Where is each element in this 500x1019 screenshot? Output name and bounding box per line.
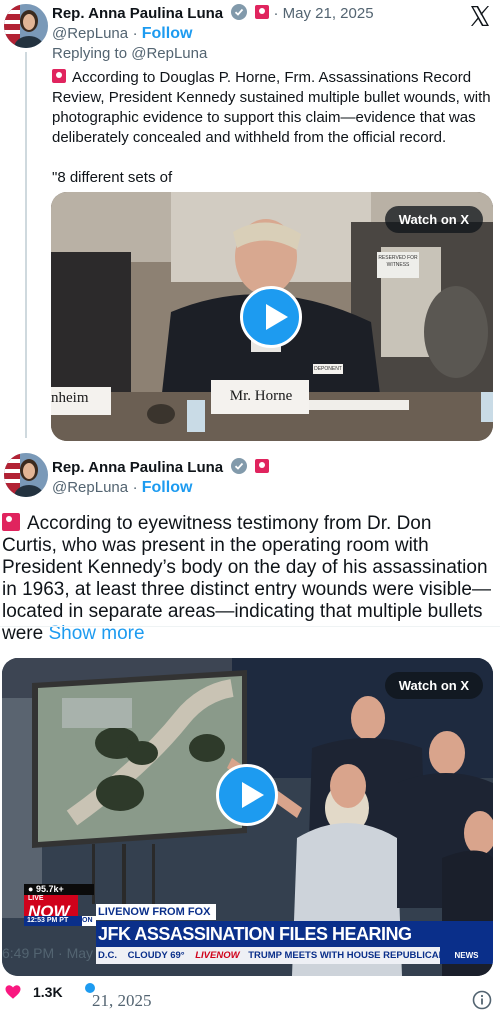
chyron-news-tag: NEWS (440, 947, 493, 964)
video-player-1[interactable]: nheim Mr. Horne RESERVED FOR WITNESS DEP… (51, 192, 493, 441)
watch-on-x-button[interactable]: Watch on X (384, 206, 483, 233)
tweet1-line: "8 different sets of (52, 169, 173, 186)
video-placard-left: nheim (51, 390, 89, 406)
tweet2-line: According to eyewitness testimony from D… (27, 513, 432, 534)
tweet1-text: According to Douglas P. Horne, Frm. Assa… (52, 68, 498, 188)
tweet2-line: located in separate areas—indicating tha… (2, 601, 483, 622)
reply-context: Replying to @RepLuna (52, 44, 207, 64)
siren-emoji-icon (2, 513, 20, 531)
verified-badge-icon (230, 458, 247, 474)
tweet1-line: Review, President Kennedy sustained mult… (52, 89, 491, 106)
reply-prefix: Replying to (52, 45, 132, 62)
siren-emoji-icon (255, 5, 270, 19)
chyron-on: ON (82, 916, 96, 926)
heart-icon[interactable] (4, 983, 22, 1001)
tweet2-line: President Kennedy’s body on the day of h… (2, 557, 488, 578)
siren-emoji-icon (52, 69, 66, 83)
tweet1-line: According to Douglas P. Horne, Frm. Assa… (72, 69, 472, 86)
tweet-timestamp[interactable]: 6:49 PM · May (2, 944, 93, 962)
play-icon[interactable] (216, 764, 278, 826)
tweet2-header: Rep. Anna Paulina Luna (52, 458, 270, 478)
siren-emoji-icon (255, 459, 270, 473)
watch-on-x-button[interactable]: Watch on X (384, 672, 483, 699)
avatar-image (4, 453, 48, 497)
divider (0, 626, 500, 627)
follow-button[interactable]: Follow (142, 25, 193, 42)
viewer-count: ● 95.7k+ (24, 884, 94, 895)
video-placard: Mr. Horne (229, 388, 293, 404)
follow-button[interactable]: Follow (142, 479, 193, 496)
avatar[interactable] (4, 4, 48, 48)
tweet2-handle-row: @RepLuna · Follow (52, 479, 193, 496)
author-name[interactable]: Rep. Anna Paulina Luna (52, 459, 223, 476)
reply-handle[interactable]: @RepLuna (131, 45, 207, 62)
author-handle[interactable]: @RepLuna (52, 25, 128, 42)
author-handle[interactable]: @RepLuna (52, 479, 128, 496)
chyron-ticker: D.C. CLOUDY 69° LIVENOW TRUMP MEETS WITH… (96, 947, 493, 964)
tweet2-line: Curtis, who was present in the operating… (2, 535, 429, 556)
date-overlap-text: 21, 2025 (92, 991, 152, 1010)
tweet1-line: photographic evidence to support this cl… (52, 109, 476, 126)
video-player-2[interactable]: Watch on X ● 95.7k+ LIVE NOW 12:53 PM PT… (2, 658, 493, 976)
name-tag: DEPONENT (313, 364, 343, 374)
author-name[interactable]: Rep. Anna Paulina Luna (52, 5, 223, 22)
x-logo-icon[interactable] (468, 4, 492, 28)
avatar-image (4, 4, 48, 48)
avatar[interactable] (4, 453, 48, 497)
verified-badge-icon (230, 4, 247, 20)
info-icon[interactable] (472, 990, 492, 1010)
reserved-sign: RESERVED FOR WITNESS (378, 255, 418, 268)
chyron-time: 12:53 PM PT (24, 916, 82, 926)
like-count[interactable]: 1.3K (33, 983, 63, 1001)
tweet-date[interactable]: · May 21, 2025 (274, 5, 374, 22)
tweet1-handle-row: @RepLuna · Follow (52, 25, 193, 42)
play-icon[interactable] (240, 286, 302, 348)
tweet2-line: in 1963, at least three distinct entry w… (2, 579, 491, 600)
tweet1-header: Rep. Anna Paulina Luna · May 21, 2025 (52, 4, 374, 24)
thread-connector (25, 52, 27, 438)
eye-icon: ● (28, 884, 36, 894)
chyron-source: LIVENOW FROM FOX (96, 904, 216, 920)
chyron-headline: JFK ASSASSINATION FILES HEARING (96, 921, 493, 947)
tweet1-line: deliberately concealed and withheld from… (52, 129, 447, 146)
